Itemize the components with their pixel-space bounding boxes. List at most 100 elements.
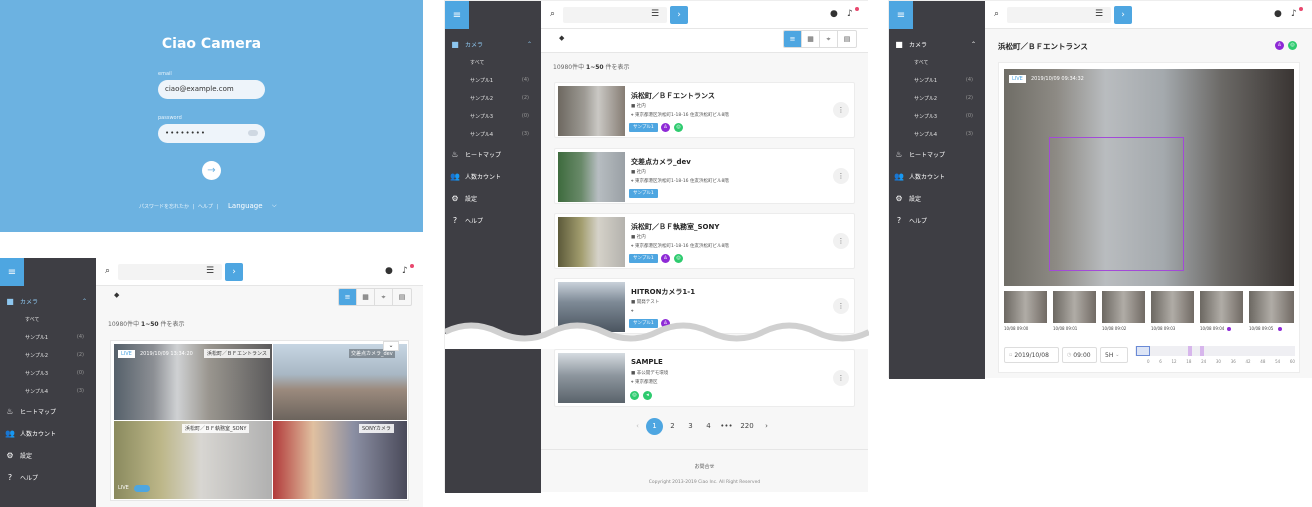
prev-page-button[interactable]: ‹ — [629, 418, 646, 435]
time-picker[interactable]: ◷ 09:00 — [1062, 347, 1097, 363]
more-options-icon[interactable]: ⋮ — [833, 168, 849, 184]
sidebar-item-help[interactable]: ? ヘルプ — [445, 209, 541, 231]
tile-view-icon[interactable]: ▤ — [393, 289, 411, 305]
tile-label[interactable]: 浜松町／ＢＦエントランス — [204, 349, 270, 358]
camera-thumbnail[interactable] — [558, 217, 625, 267]
sidebar-item-help[interactable]: ? ヘルプ — [0, 466, 96, 488]
bell-icon[interactable]: ♪ — [847, 9, 853, 19]
history-thumbnail[interactable] — [1200, 291, 1243, 323]
sidebar-item-all[interactable]: すべて — [0, 310, 96, 328]
camera-tag[interactable]: サンプル1 — [629, 189, 658, 198]
camera-thumbnail[interactable] — [558, 353, 625, 403]
sidebar-item-camera[interactable]: ■ カメラ ⌃ — [0, 292, 96, 310]
sidebar-item-sample4[interactable]: サンプル4 (3) — [445, 125, 541, 143]
sidebar-item-sample2[interactable]: サンプル2 (2) — [0, 346, 96, 364]
timeline-bar[interactable] — [1135, 346, 1295, 356]
tile-view-icon[interactable]: ▤ — [838, 31, 856, 47]
sidebar-item-all[interactable]: すべて — [445, 53, 541, 71]
sidebar-item-sample3[interactable]: サンプル3 (0) — [0, 364, 96, 382]
filter-icon[interactable]: ☰ — [206, 266, 214, 276]
tile-label[interactable]: SONYカメラ — [359, 424, 394, 433]
chevron-down-icon[interactable]: ⌵ — [272, 202, 277, 210]
tag-icon[interactable]: ◆ — [114, 291, 119, 299]
search-button[interactable]: › — [1114, 6, 1132, 24]
sidebar-item-sample2[interactable]: サンプル2 (2) — [889, 89, 985, 107]
menu-icon[interactable]: ≡ — [889, 1, 913, 29]
sidebar-item-settings[interactable]: ⚙ 設定 — [445, 187, 541, 209]
map-view-icon[interactable]: ⌖ — [820, 31, 838, 47]
detection-zone[interactable] — [1049, 137, 1184, 271]
sidebar-item-people-count[interactable]: 👥 人数カウント — [445, 165, 541, 187]
chevron-down-icon[interactable]: ⌄ — [383, 341, 399, 351]
list-view-icon[interactable]: ≡ — [784, 31, 802, 47]
grid-tile-2[interactable]: 交差点カメラ_dev — [273, 344, 407, 420]
login-submit-button[interactable]: → — [202, 161, 221, 180]
menu-icon[interactable]: ≡ — [445, 1, 469, 29]
camera-thumbnail[interactable] — [558, 86, 625, 136]
sidebar-item-sample4[interactable]: サンプル4 (3) — [889, 125, 985, 143]
tag-icon[interactable]: ◆ — [559, 34, 564, 42]
camera-card[interactable]: 浜松町／ＢＦ執務室_SONY ■ 社内 ⌖ 東京都港区浜松町1-18-16 住友… — [554, 213, 855, 269]
sidebar-item-camera[interactable]: ■ カメラ ⌃ — [889, 35, 985, 53]
bell-icon[interactable]: ♪ — [1291, 9, 1297, 19]
more-options-icon[interactable]: ⋮ — [833, 233, 849, 249]
camera-name[interactable]: 浜松町／ＢＦ執務室_SONY — [631, 222, 719, 232]
sidebar-item-sample3[interactable]: サンプル3 (0) — [889, 107, 985, 125]
history-thumbnail[interactable] — [1151, 291, 1194, 323]
sidebar-item-sample2[interactable]: サンプル2 (2) — [445, 89, 541, 107]
sidebar-item-sample4[interactable]: サンプル4 (3) — [0, 382, 96, 400]
language-select[interactable]: Language — [228, 202, 263, 210]
map-view-icon[interactable]: ⌖ — [375, 289, 393, 305]
history-thumbnail[interactable] — [1053, 291, 1096, 323]
grid-tile-1[interactable]: LIVE 2019/10/09 13:34:20 浜松町／ＢＦエントランス — [114, 344, 272, 420]
page-2[interactable]: 2 — [664, 418, 681, 435]
history-thumbnail[interactable] — [1004, 291, 1047, 323]
camera-card[interactable]: 交差点カメラ_dev ■ 社内 ⌖ 東京都港区浜松町1-18-16 住友浜松町ビ… — [554, 148, 855, 204]
help-link[interactable]: ヘルプ — [198, 204, 213, 210]
show-password-icon[interactable] — [248, 130, 258, 136]
history-thumbnail[interactable] — [1102, 291, 1145, 323]
sidebar-item-sample1[interactable]: サンプル1 (4) — [0, 328, 96, 346]
more-options-icon[interactable]: ⋮ — [833, 102, 849, 118]
live-toggle[interactable] — [134, 485, 150, 492]
list-view-icon[interactable]: ≡ — [339, 289, 357, 305]
camera-name[interactable]: HITRONカメラ1-1 — [631, 287, 695, 297]
sidebar-item-people-count[interactable]: 👥 人数カウント — [889, 165, 985, 187]
sidebar-item-heatmap[interactable]: ♨ ヒートマップ — [0, 400, 96, 422]
page-4[interactable]: 4 — [700, 418, 717, 435]
date-picker[interactable]: ▫ 2019/10/08 — [1004, 347, 1059, 363]
next-page-button[interactable]: › — [758, 418, 775, 435]
email-input[interactable]: ciao@example.com — [158, 80, 265, 99]
more-options-icon[interactable]: ⋮ — [833, 370, 849, 386]
sidebar-item-camera[interactable]: ■ カメラ ⌃ — [445, 35, 541, 53]
page-1[interactable]: 1 — [646, 418, 663, 435]
sidebar-item-settings[interactable]: ⚙ 設定 — [0, 444, 96, 466]
page-last[interactable]: 220 — [736, 418, 758, 435]
camera-name[interactable]: SAMPLE — [631, 358, 663, 366]
sidebar-item-sample1[interactable]: サンプル1 (4) — [445, 71, 541, 89]
live-video[interactable]: LIVE 2019/10/09 09:34:32 — [1004, 69, 1294, 286]
grid-tile-3[interactable]: 浜松町／ＢＦ執務室_SONY LIVE — [114, 421, 272, 499]
sidebar-item-help[interactable]: ? ヘルプ — [889, 209, 985, 231]
bell-icon[interactable]: ♪ — [402, 266, 408, 276]
range-select[interactable]: 5H ⌄ — [1100, 347, 1128, 363]
camera-thumbnail[interactable] — [558, 152, 625, 202]
sidebar-item-settings[interactable]: ⚙ 設定 — [889, 187, 985, 209]
menu-icon[interactable]: ≡ — [0, 258, 24, 286]
contact-link[interactable]: お問合せ — [541, 463, 868, 470]
grid-view-icon[interactable]: ▦ — [357, 289, 375, 305]
filter-icon[interactable]: ☰ — [1095, 9, 1103, 19]
more-options-icon[interactable]: ⋮ — [833, 298, 849, 314]
sidebar-item-all[interactable]: すべて — [889, 53, 985, 71]
camera-card[interactable]: SAMPLE ■ 非公開デモ環境 ⌖ 東京都港区 ◎ ◂ ⋮ — [554, 349, 855, 407]
sidebar-item-sample3[interactable]: サンプル3 (0) — [445, 107, 541, 125]
page-3[interactable]: 3 — [682, 418, 699, 435]
grid-view-icon[interactable]: ▦ — [802, 31, 820, 47]
timeline-cursor[interactable] — [1136, 346, 1150, 356]
camera-name[interactable]: 交差点カメラ_dev — [631, 157, 691, 167]
camera-card[interactable]: 浜松町／ＢＦエントランス ■ 社内 ⌖ 東京都港区浜松町1-18-16 住友浜松… — [554, 82, 855, 138]
sidebar-item-heatmap[interactable]: ♨ ヒートマップ — [445, 143, 541, 165]
filter-icon[interactable]: ☰ — [651, 9, 659, 19]
sidebar-item-people-count[interactable]: 👥 人数カウント — [0, 422, 96, 444]
camera-tag[interactable]: サンプル1 — [629, 254, 658, 263]
